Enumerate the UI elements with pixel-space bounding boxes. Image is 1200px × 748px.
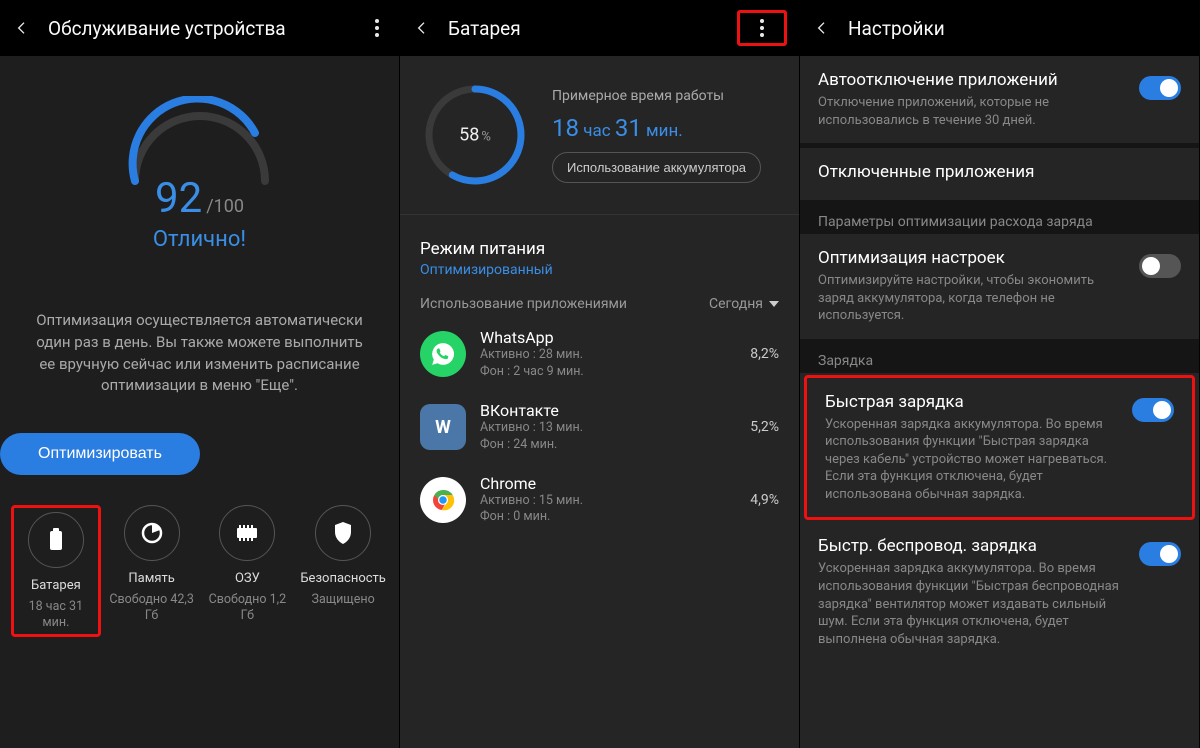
toggle-fast-wireless[interactable] bbox=[1139, 542, 1181, 566]
stat-value: Свободно 42,3 Гб bbox=[107, 592, 197, 625]
category-charging: Зарядка bbox=[800, 339, 1199, 373]
stat-label: ОЗУ bbox=[235, 571, 260, 586]
toggle-optimize[interactable] bbox=[1139, 254, 1181, 278]
app-row-vkontakte[interactable]: W ВКонтакте Активно : 13 мин. Фон : 24 м… bbox=[400, 391, 799, 464]
setting-title: Быстр. беспровод. зарядка bbox=[818, 536, 1125, 556]
stat-battery[interactable]: Батарея 18 час 31 мин. bbox=[11, 505, 101, 637]
power-mode-row[interactable]: Режим питания Оптимизированный bbox=[400, 223, 799, 282]
stat-label: Батарея bbox=[31, 578, 81, 593]
setting-title: Отключенные приложения bbox=[818, 162, 1181, 182]
setting-title: Автоотключение приложений bbox=[818, 70, 1125, 90]
app-percent: 4,9% bbox=[750, 492, 779, 508]
est-time-value: 18 час 31 мин. bbox=[552, 114, 761, 142]
optimization-desc: Оптимизация осуществляется автоматически… bbox=[28, 310, 371, 397]
percent-unit: % bbox=[481, 130, 491, 145]
app-background: Фон : 24 мин. bbox=[480, 437, 736, 454]
app-active: Активно : 28 мин. bbox=[480, 347, 736, 364]
app-name: Chrome bbox=[480, 474, 736, 493]
setting-desc: Оптимизируйте настройки, чтобы экономить… bbox=[818, 272, 1125, 325]
stat-label: Безопасность bbox=[300, 571, 386, 586]
vk-icon: W bbox=[420, 404, 466, 450]
setting-title: Оптимизация настроек bbox=[818, 248, 1125, 268]
app-name: WhatsApp bbox=[480, 328, 736, 347]
back-icon[interactable] bbox=[12, 18, 32, 38]
shield-icon bbox=[315, 505, 371, 561]
setting-desc: Ускоренная зарядка аккумулятора. Во врем… bbox=[818, 560, 1125, 648]
setting-desc: Ускоренная зарядка аккумулятора. Во врем… bbox=[825, 416, 1118, 504]
app-active: Активно : 13 мин. bbox=[480, 420, 736, 437]
app-background: Фон : 2 час 9 мин. bbox=[480, 364, 736, 381]
app-row-whatsapp[interactable]: WhatsApp Активно : 28 мин. Фон : 2 час 9… bbox=[400, 318, 799, 391]
battery-usage-button[interactable]: Использование аккумулятора bbox=[552, 152, 761, 183]
stat-ram[interactable]: ОЗУ Свободно 1,2 Гб bbox=[202, 505, 292, 625]
category-optimization: Параметры оптимизации расхода заряда bbox=[800, 200, 1199, 234]
power-mode-title: Режим питания bbox=[420, 239, 779, 259]
stat-value: 18 час 31 мин. bbox=[16, 599, 96, 632]
more-icon[interactable] bbox=[752, 19, 772, 37]
setting-disabled-apps[interactable]: Отключенные приложения bbox=[800, 148, 1199, 200]
setting-optimize[interactable]: Оптимизация настроек Оптимизируйте настр… bbox=[800, 234, 1199, 339]
power-mode-value: Оптимизированный bbox=[420, 262, 779, 278]
app-row-chrome[interactable]: Chrome Активно : 15 мин. Фон : 0 мин. 4,… bbox=[400, 464, 799, 537]
period-dropdown[interactable]: Сегодня bbox=[709, 296, 779, 312]
score-max: /100 bbox=[206, 196, 244, 217]
score-gauge: 92 /100 Отлично! bbox=[0, 96, 399, 252]
stat-value: Свободно 1,2 Гб bbox=[202, 592, 292, 625]
header: Настройки bbox=[800, 0, 1199, 56]
app-active: Активно : 15 мин. bbox=[480, 493, 736, 510]
chevron-down-icon bbox=[769, 301, 779, 307]
setting-desc: Отключение приложений, которые не исполь… bbox=[818, 94, 1125, 129]
battery-ring: 58% bbox=[420, 80, 530, 190]
score-label: Отлично! bbox=[153, 227, 246, 252]
chrome-icon bbox=[420, 477, 466, 523]
optimize-button[interactable]: Оптимизировать bbox=[0, 433, 200, 475]
ram-icon bbox=[219, 505, 275, 561]
stat-label: Память bbox=[128, 571, 174, 586]
app-name: ВКонтакте bbox=[480, 401, 736, 420]
setting-auto-off[interactable]: Автоотключение приложений Отключение при… bbox=[800, 56, 1199, 143]
page-title: Батарея bbox=[448, 17, 521, 40]
page-title: Обслуживание устройства bbox=[48, 17, 286, 40]
app-percent: 5,2% bbox=[750, 419, 779, 435]
more-icon[interactable] bbox=[367, 19, 387, 37]
toggle-auto-off[interactable] bbox=[1139, 76, 1181, 100]
app-percent: 8,2% bbox=[750, 346, 779, 362]
header: Обслуживание устройства bbox=[0, 0, 399, 56]
page-title: Настройки bbox=[848, 17, 945, 40]
back-icon[interactable] bbox=[412, 18, 432, 38]
setting-fast-charge[interactable]: Быстрая зарядка Ускоренная зарядка аккум… bbox=[807, 378, 1192, 518]
stat-value: Защищено bbox=[312, 592, 375, 608]
toggle-fast-charge[interactable] bbox=[1132, 398, 1174, 422]
setting-title: Быстрая зарядка bbox=[825, 392, 1118, 412]
est-time-label: Примерное время работы bbox=[552, 88, 761, 104]
battery-percent: 58 bbox=[459, 125, 479, 146]
setting-fast-wireless[interactable]: Быстр. беспровод. зарядка Ускоренная зар… bbox=[800, 522, 1199, 662]
battery-icon bbox=[28, 512, 84, 568]
header: Батарея bbox=[400, 0, 799, 56]
app-background: Фон : 0 мин. bbox=[480, 509, 736, 526]
stat-security[interactable]: Безопасность Защищено bbox=[298, 505, 388, 608]
storage-icon bbox=[124, 505, 180, 561]
whatsapp-icon bbox=[420, 331, 466, 377]
back-icon[interactable] bbox=[812, 18, 832, 38]
app-usage-label: Использование приложениями bbox=[420, 296, 627, 312]
stat-memory[interactable]: Память Свободно 42,3 Гб bbox=[107, 505, 197, 625]
